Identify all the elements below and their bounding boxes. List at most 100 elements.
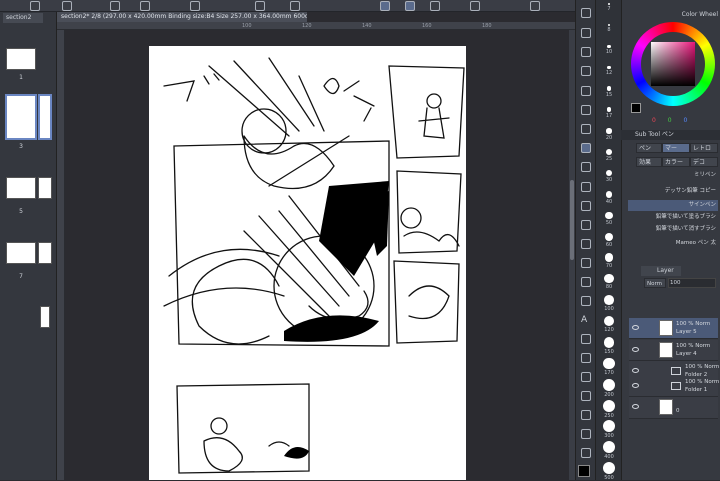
scrollbar-thumb[interactable] <box>570 180 574 260</box>
layer-row[interactable]: 100 % Norm Folder 1 <box>629 376 719 397</box>
hand-icon[interactable] <box>581 429 591 439</box>
subtool-tab-deco[interactable]: デコ <box>690 157 718 167</box>
selection-icon[interactable] <box>581 410 591 420</box>
page-thumbnail-8[interactable] <box>40 306 50 328</box>
share-icon[interactable] <box>290 1 300 11</box>
airbrush-icon[interactable] <box>581 201 591 211</box>
export-icon[interactable] <box>255 1 265 11</box>
blend-icon[interactable] <box>581 239 591 249</box>
page-thumbnail-5[interactable] <box>38 177 52 199</box>
brush-item-selected[interactable]: サインペン <box>628 200 718 211</box>
visibility-eye-icon[interactable] <box>632 325 639 330</box>
operation-icon[interactable] <box>581 105 591 115</box>
canvas-page[interactable] <box>149 46 466 480</box>
brush-mode-icon[interactable] <box>405 1 415 11</box>
save-icon[interactable] <box>140 1 150 11</box>
page-thumbnail-3[interactable] <box>38 94 52 140</box>
brush-item[interactable]: Mameo ペン 太 <box>628 238 718 249</box>
page-thumbnail-2[interactable] <box>5 94 37 140</box>
layer-row[interactable]: 100 % Norm Layer 5 <box>629 318 718 339</box>
settings-icon[interactable] <box>62 1 72 11</box>
brush-size-dot[interactable] <box>603 316 615 327</box>
brush-size-dot[interactable] <box>604 232 614 241</box>
blend-mode-select[interactable]: Norm <box>644 278 666 288</box>
grid-icon[interactable] <box>530 1 540 11</box>
eyedropper-icon[interactable] <box>581 47 591 57</box>
brush-size-dot[interactable] <box>606 149 612 155</box>
gradient-icon[interactable] <box>581 277 591 287</box>
page-thumbnail-4[interactable] <box>6 177 36 199</box>
color-wheel[interactable] <box>631 22 715 106</box>
page-thumbnail-7[interactable] <box>38 242 52 264</box>
main-color-swatch[interactable] <box>578 465 590 477</box>
brush-size-dot[interactable] <box>604 295 614 305</box>
fill-icon[interactable] <box>581 258 591 268</box>
document-tab[interactable]: section2* 2/8 (297.00 x 420.00mm Binding… <box>57 12 307 22</box>
brush-size-dot[interactable] <box>605 169 613 177</box>
layer-row[interactable]: 100 % Norm Layer 4 <box>629 340 718 361</box>
brush-icon[interactable] <box>581 182 591 192</box>
brush-item[interactable]: 鉛筆で描いて消すブラシ <box>628 224 718 235</box>
brush-size-dot[interactable] <box>603 399 615 412</box>
frame-icon[interactable] <box>581 334 591 344</box>
text-icon[interactable]: A <box>581 315 591 325</box>
zoom-icon[interactable] <box>581 8 591 18</box>
brush-size-dot[interactable] <box>604 253 614 263</box>
lasso-icon[interactable] <box>581 66 591 76</box>
brush-item[interactable]: ミリペン <box>628 170 718 181</box>
brush-size-dot[interactable] <box>604 274 614 284</box>
move-layer-icon[interactable] <box>581 124 591 134</box>
rotate-icon[interactable] <box>470 1 480 11</box>
brush-size-dot[interactable] <box>603 357 615 370</box>
brush-size-dot[interactable] <box>603 336 615 348</box>
visibility-eye-icon[interactable] <box>632 383 639 388</box>
wand-icon[interactable] <box>581 86 591 96</box>
brush-size-dot[interactable] <box>607 44 611 48</box>
subtool-tab-marker[interactable]: マー <box>662 143 690 153</box>
visibility-eye-icon[interactable] <box>632 347 639 352</box>
eraser-icon[interactable] <box>581 220 591 230</box>
subtool-tab-retro[interactable]: レトロ <box>690 143 718 153</box>
brush-size-dot[interactable] <box>603 441 615 454</box>
brush-size-dot[interactable] <box>603 420 615 433</box>
layer-panel-title[interactable]: Layer <box>641 266 681 276</box>
visibility-eye-icon[interactable] <box>632 404 639 409</box>
move-icon[interactable] <box>581 28 591 38</box>
brush-size-dot[interactable] <box>606 128 612 134</box>
pen-icon[interactable] <box>581 143 591 153</box>
current-color-swatch[interactable] <box>631 103 641 113</box>
eraser-mode-icon[interactable] <box>430 1 440 11</box>
brush-size-dot[interactable] <box>605 190 613 198</box>
brush-size-dot[interactable] <box>608 3 610 5</box>
brush-size-dot[interactable] <box>605 211 613 220</box>
brush-item[interactable]: デッサン鉛筆 コピー <box>628 186 718 197</box>
page-thumbnail-1[interactable] <box>6 48 36 70</box>
brush-size-dot[interactable] <box>607 65 611 70</box>
subtool-panel-title[interactable]: Sub Tool ペン <box>621 130 720 140</box>
color-wheel-title[interactable]: Color Wheel <box>621 10 718 20</box>
subtool-tab-pen[interactable]: ペン <box>636 143 662 153</box>
brush-size-dot[interactable] <box>603 378 615 391</box>
brush-item[interactable]: 鉛筆で描いて塗るブラシ <box>628 212 718 223</box>
ruler-icon[interactable] <box>581 353 591 363</box>
saturation-value-square[interactable] <box>651 42 695 86</box>
balloon-icon[interactable] <box>581 391 591 401</box>
brush-size-dot[interactable] <box>603 462 615 475</box>
undo-icon[interactable] <box>190 1 200 11</box>
pen-mode-icon[interactable] <box>380 1 390 11</box>
new-file-icon[interactable] <box>30 1 40 11</box>
color-swap-icon[interactable] <box>581 448 591 458</box>
subtool-tab-effect[interactable]: 効果 <box>636 157 662 167</box>
figure-icon[interactable] <box>581 296 591 306</box>
visibility-eye-icon[interactable] <box>632 368 639 373</box>
subtool-tab-color[interactable]: カラー <box>662 157 690 167</box>
page-thumbnail-6[interactable] <box>6 242 36 264</box>
brush-size-dot[interactable] <box>607 23 611 27</box>
brush-size-dot[interactable] <box>606 86 612 91</box>
section-tab[interactable]: section2 <box>3 13 43 23</box>
pencil-icon[interactable] <box>581 162 591 172</box>
correct-line-icon[interactable] <box>581 372 591 382</box>
open-folder-icon[interactable] <box>110 1 120 11</box>
brush-size-dot[interactable] <box>606 107 612 113</box>
layer-row[interactable]: 0 <box>629 397 718 419</box>
